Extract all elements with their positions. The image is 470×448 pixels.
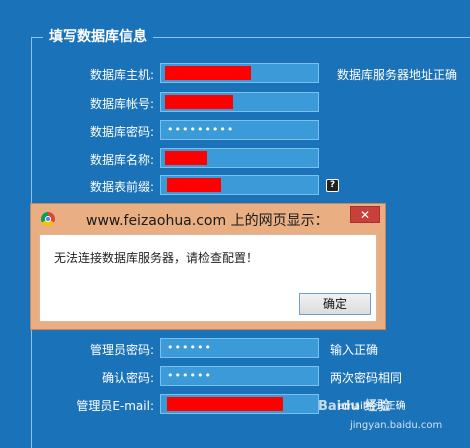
table-prefix-label: 数据表前缀: — [89, 180, 154, 194]
chrome-icon — [41, 212, 55, 226]
db-host-row: 数据库主机: 数据库服务器地址正确 — [0, 63, 470, 85]
redaction-mark — [167, 178, 221, 192]
redaction-mark — [167, 397, 283, 411]
baidu-watermark: Baidu 经验 — [318, 399, 391, 414]
db-password-label: 数据库密码: — [89, 125, 154, 139]
ok-button[interactable]: 确定 — [299, 293, 371, 315]
dialog-message: 无法连接数据库服务器，请检查配置！ — [54, 251, 259, 265]
admin-password-label: 管理员密码: — [89, 343, 154, 357]
close-button[interactable]: ✕ — [350, 206, 380, 223]
confirm-password-row: 确认密码: •••••• 两次密码相同 — [0, 366, 470, 388]
confirm-password-hint: 两次密码相同 — [330, 371, 403, 385]
admin-email-label: 管理员E-mail: — [76, 399, 154, 413]
db-name-label: 数据库名称: — [89, 153, 154, 167]
redaction-mark — [165, 95, 233, 109]
db-name-input[interactable] — [160, 148, 319, 168]
form-legend: 填写数据库信息 — [43, 26, 153, 46]
db-user-label: 数据库帐号: — [89, 97, 154, 111]
db-user-row: 数据库帐号: — [0, 92, 470, 114]
db-host-label: 数据库主机: — [89, 68, 154, 82]
admin-password-hint: 输入正确 — [330, 343, 379, 357]
admin-password-row: 管理员密码: •••••• 输入正确 — [0, 338, 470, 360]
dialog-body: 无法连接数据库服务器，请检查配置！ 确定 — [39, 234, 377, 322]
redaction-mark — [165, 66, 251, 80]
db-user-input[interactable] — [160, 92, 319, 112]
db-host-hint: 数据库服务器地址正确 — [337, 68, 458, 82]
admin-password-input[interactable]: •••••• — [160, 338, 319, 358]
alert-dialog: www.feizaohua.com 上的网页显示： ✕ 无法连接数据库服务器，请… — [30, 203, 386, 330]
confirm-password-input[interactable]: •••••• — [160, 366, 319, 386]
admin-email-input[interactable] — [160, 394, 319, 414]
table-prefix-row: 数据表前缀: ? — [0, 175, 470, 197]
dialog-title: www.feizaohua.com 上的网页显示： — [86, 213, 329, 229]
confirm-password-label: 确认密码: — [101, 371, 154, 385]
table-prefix-input[interactable] — [160, 175, 319, 195]
admin-email-row: 管理员E-mail: email格式正确 — [0, 394, 470, 416]
redaction-mark — [165, 151, 207, 165]
db-password-row: 数据库密码: ••••••••• — [0, 120, 470, 142]
db-host-input[interactable] — [160, 63, 319, 83]
help-icon[interactable]: ? — [326, 179, 339, 192]
db-name-row: 数据库名称: — [0, 148, 470, 170]
watermark-url: jingyan.baidu.com — [350, 420, 443, 431]
db-password-input[interactable]: ••••••••• — [160, 120, 319, 140]
